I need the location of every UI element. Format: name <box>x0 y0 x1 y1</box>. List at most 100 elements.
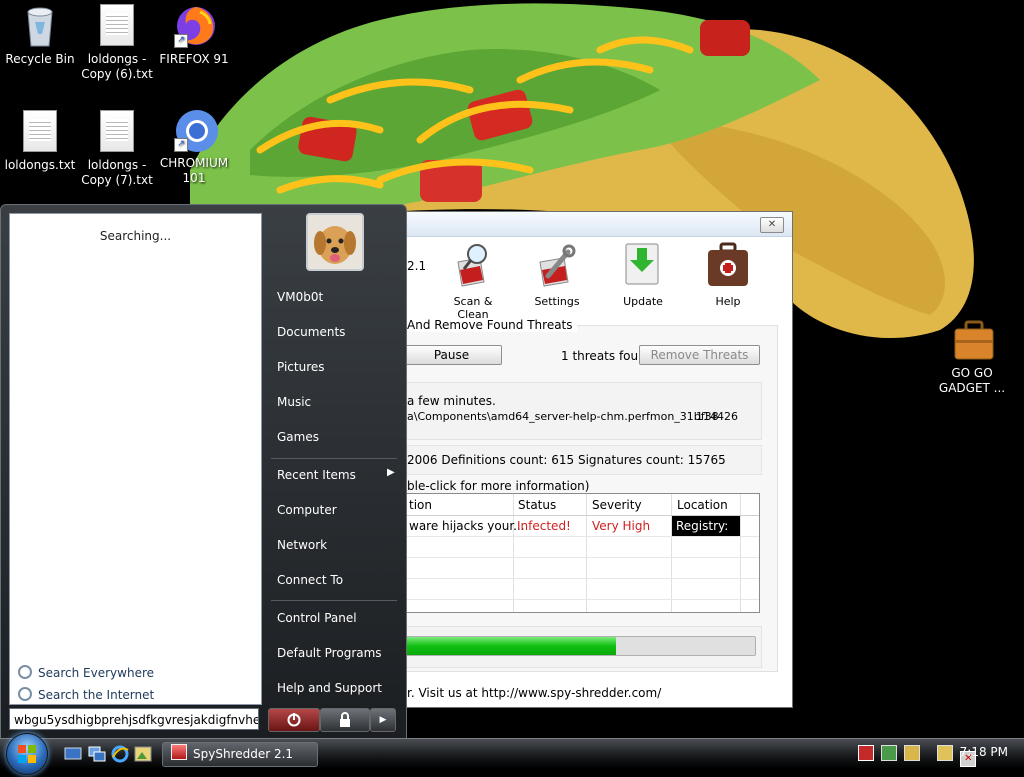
taskbar-item-spyshredder[interactable]: SpyShredder 2.1 <box>162 742 318 767</box>
download-arrow-icon <box>625 243 659 285</box>
menu-separator <box>271 600 397 601</box>
menu-item-recent-items[interactable]: Recent Items <box>277 468 356 482</box>
menu-item-documents[interactable]: Documents <box>277 325 345 339</box>
desktop-icon-loldongs-copy-7[interactable]: loldongs - Copy (7).txt <box>77 110 157 188</box>
search-results-pane: Searching... Search Everywhere Search th… <box>9 213 262 705</box>
security-alert-icon[interactable] <box>858 745 874 761</box>
section-title: And Remove Found Threats <box>407 318 577 332</box>
windows-defender-icon[interactable] <box>937 745 954 761</box>
desktop-icon-chromium[interactable]: ↗ CHROMIUM 101 <box>154 108 234 186</box>
first-aid-kit-icon <box>708 242 748 286</box>
menu-item-music[interactable]: Music <box>277 395 311 409</box>
start-menu: Searching... Search Everywhere Search th… <box>0 204 407 740</box>
definitions-info: 2006 Definitions count: 615 Signatures c… <box>407 453 726 467</box>
wrench-icon <box>539 244 576 287</box>
magnifier-icon <box>18 687 32 701</box>
shortcut-arrow-icon: ↗ <box>174 138 188 152</box>
photo-gallery-icon[interactable] <box>134 745 152 763</box>
menu-item-pictures[interactable]: Pictures <box>277 360 325 374</box>
spyshredder-window: ✕ 2.1 Scan & Clean Settings Update Help … <box>380 211 793 708</box>
scan-path: a\Components\amd64_server-help-chm.perfm… <box>407 410 719 423</box>
show-desktop-icon[interactable] <box>64 746 82 762</box>
submenu-arrow-icon: ▶ <box>387 467 395 478</box>
desktop-icon-firefox[interactable]: ↗ FIREFOX 91 <box>154 4 234 67</box>
desktop-icon-label: FIREFOX 91 <box>159 52 229 66</box>
menu-item-connect-to[interactable]: Connect To <box>277 573 343 587</box>
pause-button[interactable]: Pause <box>401 345 502 365</box>
settings-button[interactable]: Settings <box>522 242 592 308</box>
window-titlebar[interactable]: ✕ <box>381 212 792 237</box>
desktop-icon-recycle-bin[interactable]: Recycle Bin <box>0 4 80 67</box>
search-internet-label: Search the Internet <box>38 688 155 702</box>
desktop-icon-label: Recycle Bin <box>5 52 75 66</box>
spyshredder-app-icon <box>171 744 187 760</box>
close-button[interactable]: ✕ <box>760 217 784 233</box>
network-icon[interactable] <box>880 745 897 761</box>
briefcase-icon <box>954 320 994 360</box>
user-avatar[interactable] <box>306 213 364 271</box>
scan-progress-fill <box>399 637 617 655</box>
column-header-severity[interactable]: Severity <box>592 498 642 512</box>
remove-threats-button[interactable]: Remove Threats <box>639 345 760 365</box>
taskbar: SpyShredder 2.1 ✕ 7:18 PM <box>0 733 1024 775</box>
sidebar-icon[interactable] <box>903 745 920 761</box>
update-button[interactable]: Update <box>608 242 678 308</box>
text-file-icon <box>100 110 134 152</box>
column-header-description[interactable]: tion <box>409 498 432 512</box>
dog-picture-icon <box>308 215 362 269</box>
lock-icon <box>340 712 350 727</box>
system-tray: ✕ <box>858 745 977 767</box>
menu-item-user[interactable]: VM0b0t <box>277 290 323 304</box>
desktop-icon-loldongs-copy-6[interactable]: loldongs - Copy (6).txt <box>77 4 157 82</box>
menu-item-games[interactable]: Games <box>277 430 319 444</box>
taskbar-item-label: SpyShredder 2.1 <box>193 747 294 761</box>
desktop-icon-label: loldongs - Copy (6).txt <box>81 52 153 81</box>
threat-location: Registry: ... <box>672 516 740 553</box>
column-header-location[interactable]: Location <box>677 498 728 512</box>
start-button[interactable] <box>6 733 48 775</box>
shutdown-options-button[interactable]: ▶ <box>370 708 396 732</box>
arrow-right-icon: ▶ <box>379 715 387 725</box>
searching-status: Searching... <box>99 229 172 243</box>
text-file-icon <box>23 110 57 152</box>
scan-magnifier-icon <box>457 244 487 287</box>
search-internet-link[interactable]: Search the Internet <box>18 687 154 702</box>
table-header: tion Status Severity Location <box>399 494 759 516</box>
column-header-status[interactable]: Status <box>518 498 556 512</box>
app-version: 2.1 <box>407 259 427 273</box>
help-button[interactable]: Help <box>693 242 763 308</box>
internet-explorer-icon[interactable] <box>111 745 129 763</box>
menu-item-default-programs[interactable]: Default Programs <box>277 646 382 660</box>
scan-progress-bar <box>398 636 756 656</box>
text-file-icon <box>100 4 134 46</box>
search-everywhere-label: Search Everywhere <box>38 666 154 680</box>
menu-item-help-support[interactable]: Help and Support <box>277 681 382 695</box>
menu-separator <box>271 458 397 459</box>
lock-button[interactable] <box>320 708 370 732</box>
footer-text: r. Visit us at http://www.spy-shredder.c… <box>407 686 662 700</box>
threat-severity: Very High <box>592 519 651 533</box>
desktop-icon-label: loldongs.txt <box>4 158 76 172</box>
menu-item-computer[interactable]: Computer <box>277 503 337 517</box>
threat-status: Infected! <box>517 519 571 533</box>
scan-file-count: 114426 <box>696 410 738 423</box>
menu-item-network[interactable]: Network <box>277 538 327 552</box>
taskbar-clock[interactable]: 7:18 PM <box>960 745 1008 759</box>
power-button[interactable] <box>268 708 320 732</box>
threat-table[interactable]: tion Status Severity Location ware hijac… <box>398 493 760 613</box>
desktop-icon-label: GO GO GADGET ... <box>938 366 1006 395</box>
threat-description: ware hijacks your... <box>409 519 525 533</box>
scan-note: a few minutes. <box>407 394 496 408</box>
toolbar-label: Help <box>715 295 741 308</box>
switch-windows-icon[interactable] <box>88 746 106 762</box>
scan-clean-button[interactable]: Scan & Clean <box>438 242 508 321</box>
desktop-icon-loldongs[interactable]: loldongs.txt <box>0 110 80 173</box>
menu-item-control-panel[interactable]: Control Panel <box>277 611 357 625</box>
start-search-input[interactable]: wbgu5ysdhigbprehjsdfkgvresjakdigfnvhe <box>9 708 259 730</box>
table-row[interactable]: ware hijacks your... Infected! Very High… <box>399 516 759 553</box>
desktop-icon-go-go-gadget[interactable]: GO GO GADGET ... <box>932 318 1012 396</box>
tomato <box>700 20 750 56</box>
search-everywhere-link[interactable]: Search Everywhere <box>18 665 154 680</box>
recycle-bin-icon <box>27 7 53 47</box>
desktop-icon-label: loldongs - Copy (7).txt <box>81 158 153 187</box>
